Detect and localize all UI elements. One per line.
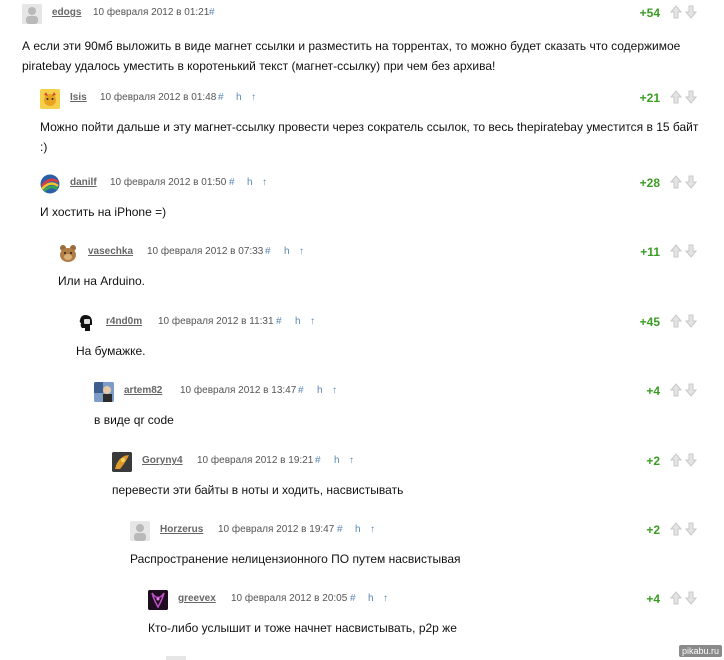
up-link-icon[interactable]: ↑: [370, 524, 375, 535]
vote-up-icon[interactable]: [670, 383, 682, 397]
comment-timestamp: 10 февраля 2012 в 19:47: [218, 524, 335, 535]
comment-header: danilf 10 февраля 2012 в 01:50 # h ↑ +28: [0, 174, 724, 194]
permalink-icon[interactable]: #: [337, 524, 343, 535]
username[interactable]: r4nd0m: [106, 316, 142, 327]
username[interactable]: greevex: [178, 593, 216, 604]
comment-text: Кто-либо услышит и тоже начнет насвистыв…: [148, 621, 457, 635]
comment-text: в виде qr code: [94, 413, 174, 427]
comment-header: greevex 10 февраля 2012 в 20:05 # h ↑ +4: [0, 590, 724, 610]
vote-up-icon[interactable]: [670, 591, 682, 605]
permalink-icon[interactable]: #: [350, 593, 356, 604]
permalink-icon[interactable]: #: [229, 177, 235, 188]
comment-text: И хостить на iPhone =): [40, 205, 167, 219]
vote-down-icon[interactable]: [685, 314, 697, 328]
username[interactable]: edogs: [52, 7, 81, 18]
parent-link-icon[interactable]: h: [284, 246, 290, 257]
vote-down-icon[interactable]: [685, 591, 697, 605]
comment-text: Можно пойти дальше и эту магнет-ссылку п…: [40, 120, 699, 154]
vote-down-icon[interactable]: [685, 244, 697, 258]
avatar[interactable]: [112, 452, 132, 472]
vote-down-icon[interactable]: [685, 175, 697, 189]
vote-up-icon[interactable]: [670, 244, 682, 258]
vote-score: +4: [646, 384, 660, 398]
up-link-icon[interactable]: ↑: [349, 455, 354, 466]
parent-link-icon[interactable]: h: [355, 524, 361, 535]
up-link-icon[interactable]: ↑: [310, 316, 315, 327]
vote-down-icon[interactable]: [685, 5, 697, 19]
avatar[interactable]: [22, 4, 42, 24]
comment-header: Goryny4 10 февраля 2012 в 19:21 # h ↑ +2: [0, 452, 724, 472]
permalink-icon[interactable]: #: [265, 246, 271, 257]
avatar[interactable]: [40, 89, 60, 109]
vote-score: +21: [639, 91, 660, 105]
permalink-icon[interactable]: #: [298, 385, 304, 396]
comment-header: Isis 10 февраля 2012 в 01:48 # h ↑ +21: [0, 89, 724, 109]
comment-text: Распространение нелицензионного ПО путем…: [130, 552, 461, 566]
comment-timestamp: 10 февраля 2012 в 13:47: [180, 385, 297, 396]
vote-up-icon[interactable]: [670, 522, 682, 536]
avatar[interactable]: [166, 656, 186, 660]
vote-score: +45: [639, 315, 660, 329]
vote-up-icon[interactable]: [670, 175, 682, 189]
comment-timestamp: 10 февраля 2012 в 19:21: [197, 455, 314, 466]
comment-timestamp: 10 февраля 2012 в 11:31: [158, 316, 274, 327]
permalink-icon[interactable]: #: [276, 316, 282, 327]
up-link-icon[interactable]: ↑: [299, 246, 304, 257]
vote-score: +54: [639, 6, 660, 20]
up-link-icon[interactable]: ↑: [262, 177, 267, 188]
comment-timestamp: 10 февраля 2012 в 01:48: [100, 92, 217, 103]
parent-link-icon[interactable]: h: [236, 92, 242, 103]
vote-up-icon[interactable]: [670, 90, 682, 104]
comment-timestamp: 10 февраля 2012 в 01:50: [110, 177, 227, 188]
comment-header: r4nd0m 10 февраля 2012 в 11:31 # h ↑ +45: [0, 313, 724, 333]
avatar[interactable]: [76, 313, 96, 333]
username[interactable]: danilf: [70, 177, 97, 188]
avatar[interactable]: [58, 243, 78, 263]
comment-timestamp: 10 февраля 2012 в 20:05: [231, 593, 348, 604]
permalink-icon[interactable]: #: [209, 7, 215, 18]
permalink-icon[interactable]: #: [315, 455, 321, 466]
vote-score: +2: [646, 523, 660, 537]
vote-down-icon[interactable]: [685, 383, 697, 397]
comment-timestamp: 10 февраля 2012 в 07:33: [147, 246, 264, 257]
comment-header: edogs 10 февраля 2012 в 01:21 # +54: [0, 4, 724, 24]
vote-down-icon[interactable]: [685, 90, 697, 104]
comment-text: А если эти 90мб выложить в виде магнет с…: [22, 39, 681, 73]
avatar[interactable]: [94, 382, 114, 402]
watermark: pikabu.ru: [678, 645, 722, 657]
comment-timestamp: 10 февраля 2012 в 01:21: [93, 7, 210, 18]
comment-header: artem82 10 февраля 2012 в 13:47 # h ↑ +4: [0, 382, 724, 402]
username[interactable]: artem82: [124, 385, 162, 396]
username[interactable]: Goryny4: [142, 455, 183, 466]
username[interactable]: Isis: [70, 92, 87, 103]
vote-score: +11: [640, 245, 660, 259]
username[interactable]: vasechka: [88, 246, 133, 257]
vote-score: +4: [646, 592, 660, 606]
comment-text: Или на Arduino.: [58, 274, 145, 288]
avatar[interactable]: [148, 590, 168, 610]
avatar[interactable]: [40, 174, 60, 194]
username[interactable]: Horzerus: [160, 524, 203, 535]
parent-link-icon[interactable]: h: [368, 593, 374, 604]
vote-up-icon[interactable]: [670, 453, 682, 467]
parent-link-icon[interactable]: h: [295, 316, 301, 327]
up-link-icon[interactable]: ↑: [332, 385, 337, 396]
parent-link-icon[interactable]: h: [334, 455, 340, 466]
parent-link-icon[interactable]: h: [317, 385, 323, 396]
up-link-icon[interactable]: ↑: [251, 92, 256, 103]
vote-down-icon[interactable]: [685, 453, 697, 467]
parent-link-icon[interactable]: h: [247, 177, 253, 188]
vote-score: +28: [639, 176, 660, 190]
vote-score: +2: [646, 454, 660, 468]
comment-header: vasechka 10 февраля 2012 в 07:33 # h ↑ +…: [0, 243, 724, 263]
comment-text: перевести эти байты в ноты и ходить, нас…: [112, 483, 404, 497]
vote-up-icon[interactable]: [670, 5, 682, 19]
comment-text: На бумажке.: [76, 344, 146, 358]
vote-up-icon[interactable]: [670, 314, 682, 328]
avatar[interactable]: [130, 521, 150, 541]
permalink-icon[interactable]: #: [218, 92, 224, 103]
vote-down-icon[interactable]: [685, 522, 697, 536]
comment-header: Horzerus 10 февраля 2012 в 19:47 # h ↑ +…: [0, 521, 724, 541]
up-link-icon[interactable]: ↑: [383, 593, 388, 604]
